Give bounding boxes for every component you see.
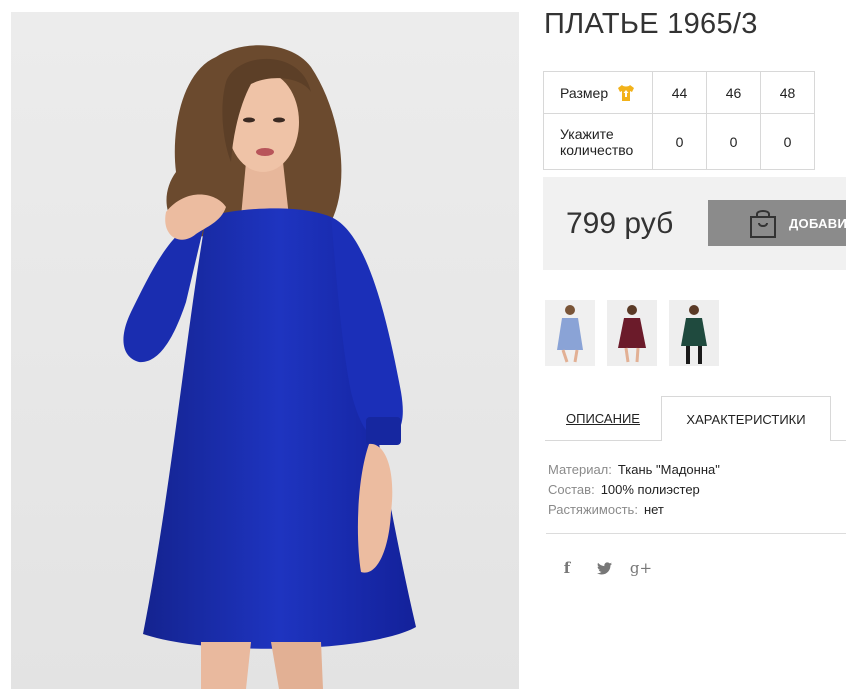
light-blue-dress-thumb[interactable]	[545, 300, 595, 366]
thumb-image-1	[545, 300, 595, 366]
add-to-cart-label: ДОБАВИТЬ	[789, 215, 846, 231]
googleplus-icon[interactable]: g+	[630, 558, 652, 578]
characteristic-value: Ткань "Мадонна"	[617, 462, 720, 477]
shopping-bag-icon	[750, 210, 776, 238]
thumb-image-2	[607, 300, 657, 366]
thumb-image-3	[669, 300, 719, 366]
add-to-cart-button[interactable]: ДОБАВИТЬ	[708, 200, 846, 246]
quantity-input-46[interactable]: 0	[706, 113, 761, 170]
twitter-icon[interactable]	[594, 558, 614, 578]
product-title: ПЛАТЬЕ 1965/3	[544, 8, 758, 40]
section-divider	[546, 533, 846, 534]
characteristic-key: Растяжимость:	[548, 502, 638, 517]
product-price: 799 руб	[566, 207, 674, 240]
price-box: 799 руб ДОБАВИТЬ	[543, 177, 846, 270]
tab-divider-left	[545, 440, 661, 441]
quantity-label-cell: Укажите количество	[543, 113, 653, 170]
tshirt-icon[interactable]	[616, 83, 636, 103]
product-tabs: ОПИСАНИЕ ХАРАКТЕРИСТИКИ	[545, 396, 846, 441]
size-46: 46	[706, 71, 761, 114]
characteristics-list: Материал: Ткань "Мадонна" Состав: 100% пол…	[548, 460, 720, 520]
characteristic-key: Состав:	[548, 482, 595, 497]
twitter-bird-shape	[596, 561, 612, 574]
quantity-label-line1: Укажите	[560, 125, 614, 142]
size-label: Размер	[560, 84, 609, 101]
facebook-icon[interactable]: f	[557, 558, 577, 578]
burgundy-dress-thumb[interactable]	[607, 300, 657, 366]
tab-characteristics[interactable]: ХАРАКТЕРИСТИКИ	[661, 396, 831, 441]
size-label-cell: Размер	[543, 71, 653, 114]
size-48: 48	[760, 71, 815, 114]
quantity-label-line2: количество	[560, 141, 634, 158]
quantity-input-48[interactable]: 0	[760, 113, 815, 170]
main-product-image[interactable]	[11, 12, 519, 689]
tab-divider-right	[831, 440, 846, 441]
characteristic-key: Материал:	[548, 462, 612, 477]
characteristic-row: Растяжимость: нет	[548, 500, 720, 520]
characteristic-value: 100% полиэстер	[600, 482, 700, 497]
tab-description[interactable]: ОПИСАНИЕ	[545, 396, 661, 441]
characteristic-row: Состав: 100% полиэстер	[548, 480, 720, 500]
quantity-input-44[interactable]: 0	[652, 113, 707, 170]
characteristic-row: Материал: Ткань "Мадонна"	[548, 460, 720, 480]
size-44: 44	[652, 71, 707, 114]
size-quantity-table: Размер 44 46 48 Укажите количество 0 0 0	[543, 71, 815, 170]
green-dress-thumb[interactable]	[669, 300, 719, 366]
dress-model-illustration	[11, 12, 519, 689]
characteristic-value: нет	[643, 502, 664, 517]
